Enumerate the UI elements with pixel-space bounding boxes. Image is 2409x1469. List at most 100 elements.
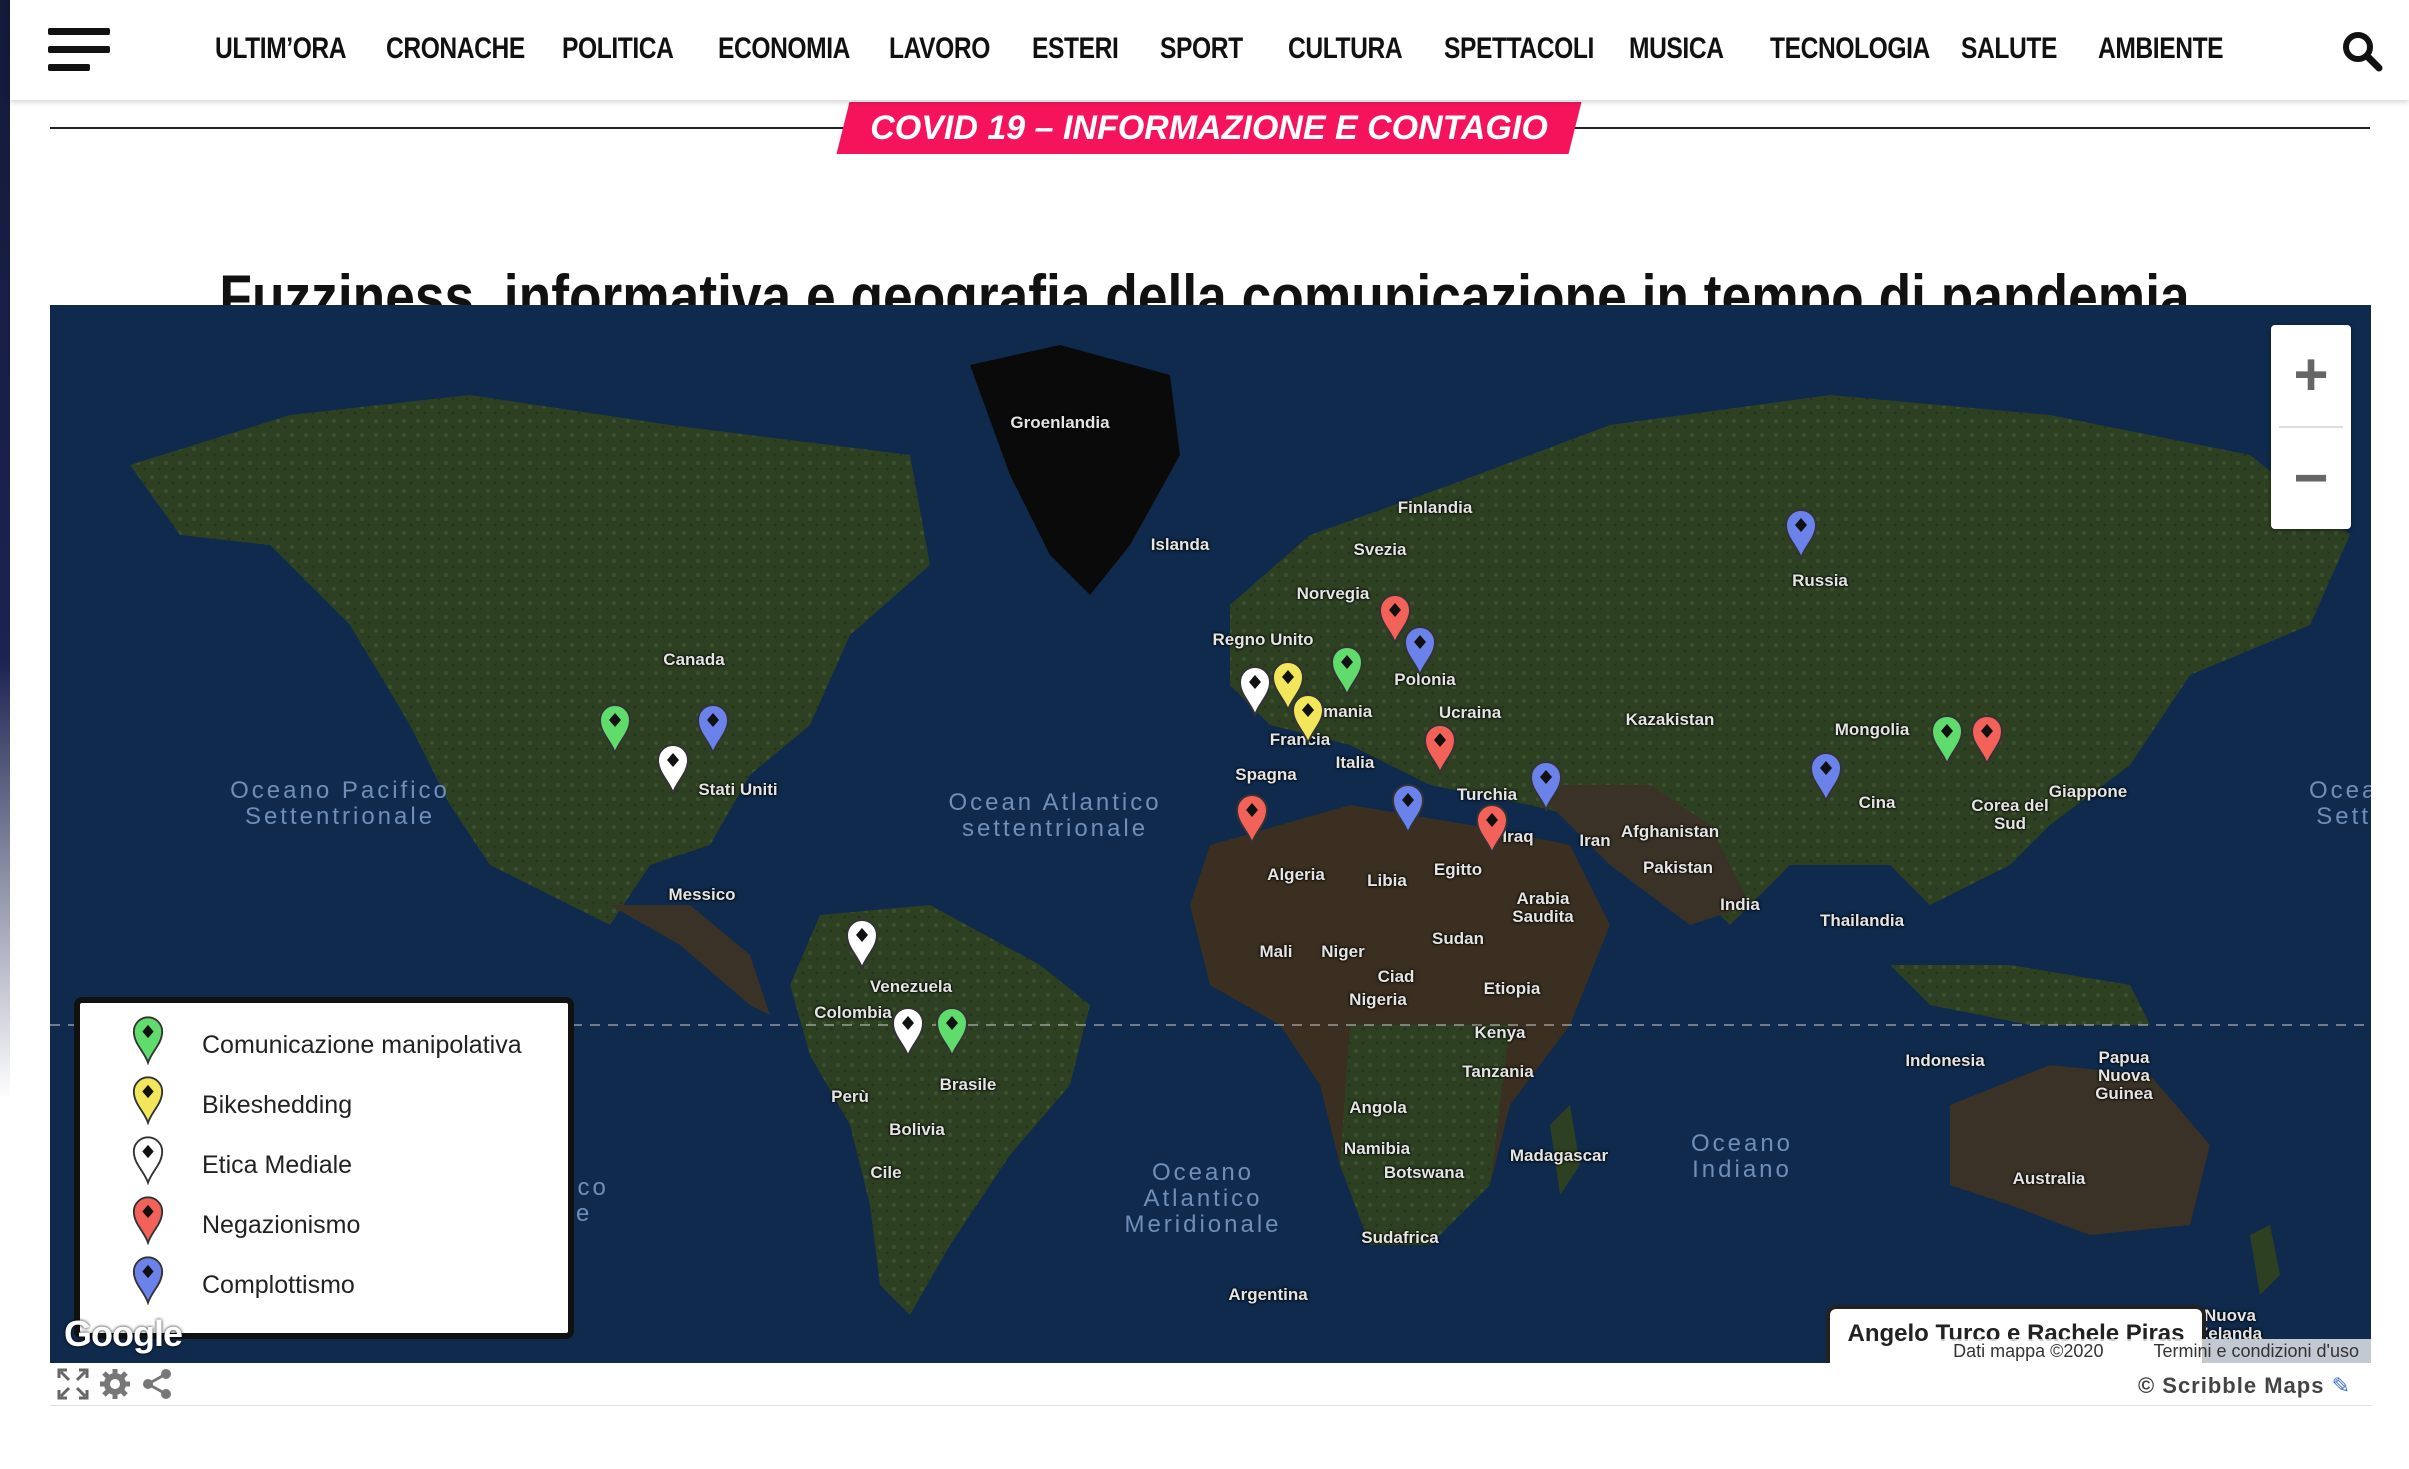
nav-musica[interactable]: MUSICA [1629, 32, 1724, 66]
scribble-maps-credit[interactable]: © Scribble Maps ✎ [2138, 1373, 2351, 1399]
map-marker-pin[interactable] [934, 1006, 970, 1060]
country-label: Sudafrica [1361, 1228, 1439, 1247]
country-label: Cina [1858, 793, 1896, 812]
zoom-control: + − [2271, 325, 2351, 529]
nav-spettacoli[interactable]: SPETTACOLI [1444, 32, 1594, 66]
map-marker-pin[interactable] [1808, 751, 1844, 805]
legend-item: Bikeshedding [80, 1076, 568, 1137]
map-marker-pin[interactable] [1474, 803, 1510, 857]
search-icon[interactable] [2341, 30, 2383, 72]
country-label: Arabia Saudita [1512, 889, 1574, 926]
country-label: Pakistan [1643, 858, 1713, 877]
country-label: Argentina [1228, 1285, 1308, 1304]
legend-marker-icon [131, 1135, 165, 1186]
legend-marker-icon [131, 1015, 165, 1066]
category-badge[interactable]: COVID 19 – INFORMAZIONE E CONTAGIO [843, 102, 1575, 154]
country-label: Giappone [2048, 782, 2128, 801]
map-marker-pin[interactable] [1929, 714, 1965, 768]
settings-gear-icon[interactable] [98, 1367, 132, 1401]
country-label: Norvegia [1296, 584, 1370, 603]
nav-tecnologia[interactable]: TECNOLOGIA [1770, 32, 1930, 66]
share-icon[interactable] [140, 1367, 174, 1401]
country-label: Spagna [1235, 765, 1297, 784]
country-label: Finlandia [1397, 498, 1473, 517]
map-marker-pin[interactable] [1969, 714, 2005, 768]
map-data-credit: Dati mappa ©2020 [1953, 1341, 2104, 1361]
ocean-label: Ocean Atlantico settentrionale [948, 789, 1162, 842]
country-label: Libia [1367, 871, 1407, 890]
map-marker-pin[interactable] [844, 918, 880, 972]
nav-cultura[interactable]: CULTURA [1288, 32, 1403, 66]
country-label: Islanda [1150, 535, 1210, 554]
map-marker-pin[interactable] [890, 1006, 926, 1060]
country-label: Papua Nuova Guinea [2095, 1048, 2153, 1103]
nav-ambiente[interactable]: AMBIENTE [2098, 32, 2224, 66]
map-toolbar: © Scribble Maps ✎ [50, 1363, 2371, 1406]
ocean-label: Oceano Indiano [1690, 1130, 1794, 1183]
country-label: Cile [870, 1163, 902, 1182]
map-marker-pin[interactable] [1234, 793, 1270, 847]
zoom-out-button[interactable]: − [2271, 428, 2351, 529]
country-label: Kenya [1474, 1023, 1526, 1042]
legend-item: Negazionismo [80, 1195, 568, 1257]
fullscreen-icon[interactable] [56, 1367, 90, 1401]
country-label: Niger [1321, 942, 1365, 961]
legend-label: Etica Mediale [202, 1151, 353, 1179]
legend-label: Complottismo [202, 1271, 355, 1299]
country-label: Groenlandia [1010, 413, 1110, 432]
country-label: Mali [1259, 942, 1293, 961]
legend-marker-icon [131, 1195, 165, 1246]
zoom-in-button[interactable]: + [2271, 325, 2351, 426]
map-legend: Comunicazione manipolativa Bikeshedding Et… [74, 997, 574, 1339]
country-label: Madagascar [1509, 1146, 1609, 1165]
map-marker-pin[interactable] [1390, 783, 1426, 837]
nav-economia[interactable]: ECONOMIA [718, 32, 850, 66]
country-label: Perù [831, 1087, 869, 1106]
map-marker-pin[interactable] [1528, 760, 1564, 814]
map-marker-pin[interactable] [1237, 665, 1273, 719]
nav-politica[interactable]: POLITICA [562, 32, 674, 66]
map-marker-pin[interactable] [655, 743, 691, 797]
country-label: Regno Unito [1212, 630, 1314, 649]
nav-esteri[interactable]: ESTERI [1032, 32, 1119, 66]
country-label: Venezuela [869, 977, 953, 996]
country-label: Botswana [1383, 1163, 1465, 1182]
country-label: Angola [1349, 1098, 1407, 1117]
country-label: Brasile [939, 1075, 997, 1094]
ocean-label: Oceano Pacifico Settentrionale [230, 777, 450, 830]
country-label: Mongolia [1834, 720, 1910, 739]
map-marker-pin[interactable] [1402, 625, 1438, 679]
ocean-label: Oceano Atlantico Meridionale [1124, 1159, 1282, 1238]
country-label: Egitto [1433, 860, 1483, 879]
legend-label: Negazionismo [202, 1211, 361, 1239]
country-label: Russia [1792, 571, 1848, 590]
page-left-edge [0, 0, 10, 1100]
nav-lavoro[interactable]: LAVORO [889, 32, 990, 66]
country-label: Algeria [1267, 865, 1325, 884]
legend-item: Complottismo [80, 1256, 568, 1317]
map-marker-pin[interactable] [1329, 645, 1365, 699]
nav-sport[interactable]: SPORT [1160, 32, 1243, 66]
nav-salute[interactable]: SALUTE [1961, 32, 2057, 66]
country-label: Corea del Sud [1971, 796, 2049, 833]
country-label: Turchia [1456, 785, 1518, 804]
map-marker-pin[interactable] [1422, 723, 1458, 777]
country-label: Afghanistan [1620, 822, 1720, 841]
country-label: Iran [1579, 831, 1611, 850]
map-marker-pin[interactable] [1290, 693, 1326, 747]
legend-label: Comunicazione manipolativa [202, 1031, 522, 1059]
country-label: Messico [668, 885, 736, 904]
terms-link[interactable]: Termini e condizioni d'uso [2153, 1341, 2359, 1361]
country-label: Sudan [1432, 929, 1484, 948]
country-label: Bolivia [889, 1120, 945, 1139]
legend-label: Bikeshedding [202, 1091, 353, 1119]
map-marker-pin[interactable] [1783, 508, 1819, 562]
country-label: Etiopia [1483, 979, 1541, 998]
map-marker-pin[interactable] [695, 703, 731, 757]
nav-cronache[interactable]: CRONACHE [386, 32, 525, 66]
country-label: Kazakistan [1625, 710, 1715, 729]
world-map[interactable]: Groenlandia Islanda Finlandia Svezia Norvegi… [50, 305, 2371, 1363]
nav-ultimora[interactable]: ULTIM’ORA [215, 32, 347, 66]
map-marker-pin[interactable] [597, 703, 633, 757]
country-label: Italia [1335, 753, 1375, 772]
